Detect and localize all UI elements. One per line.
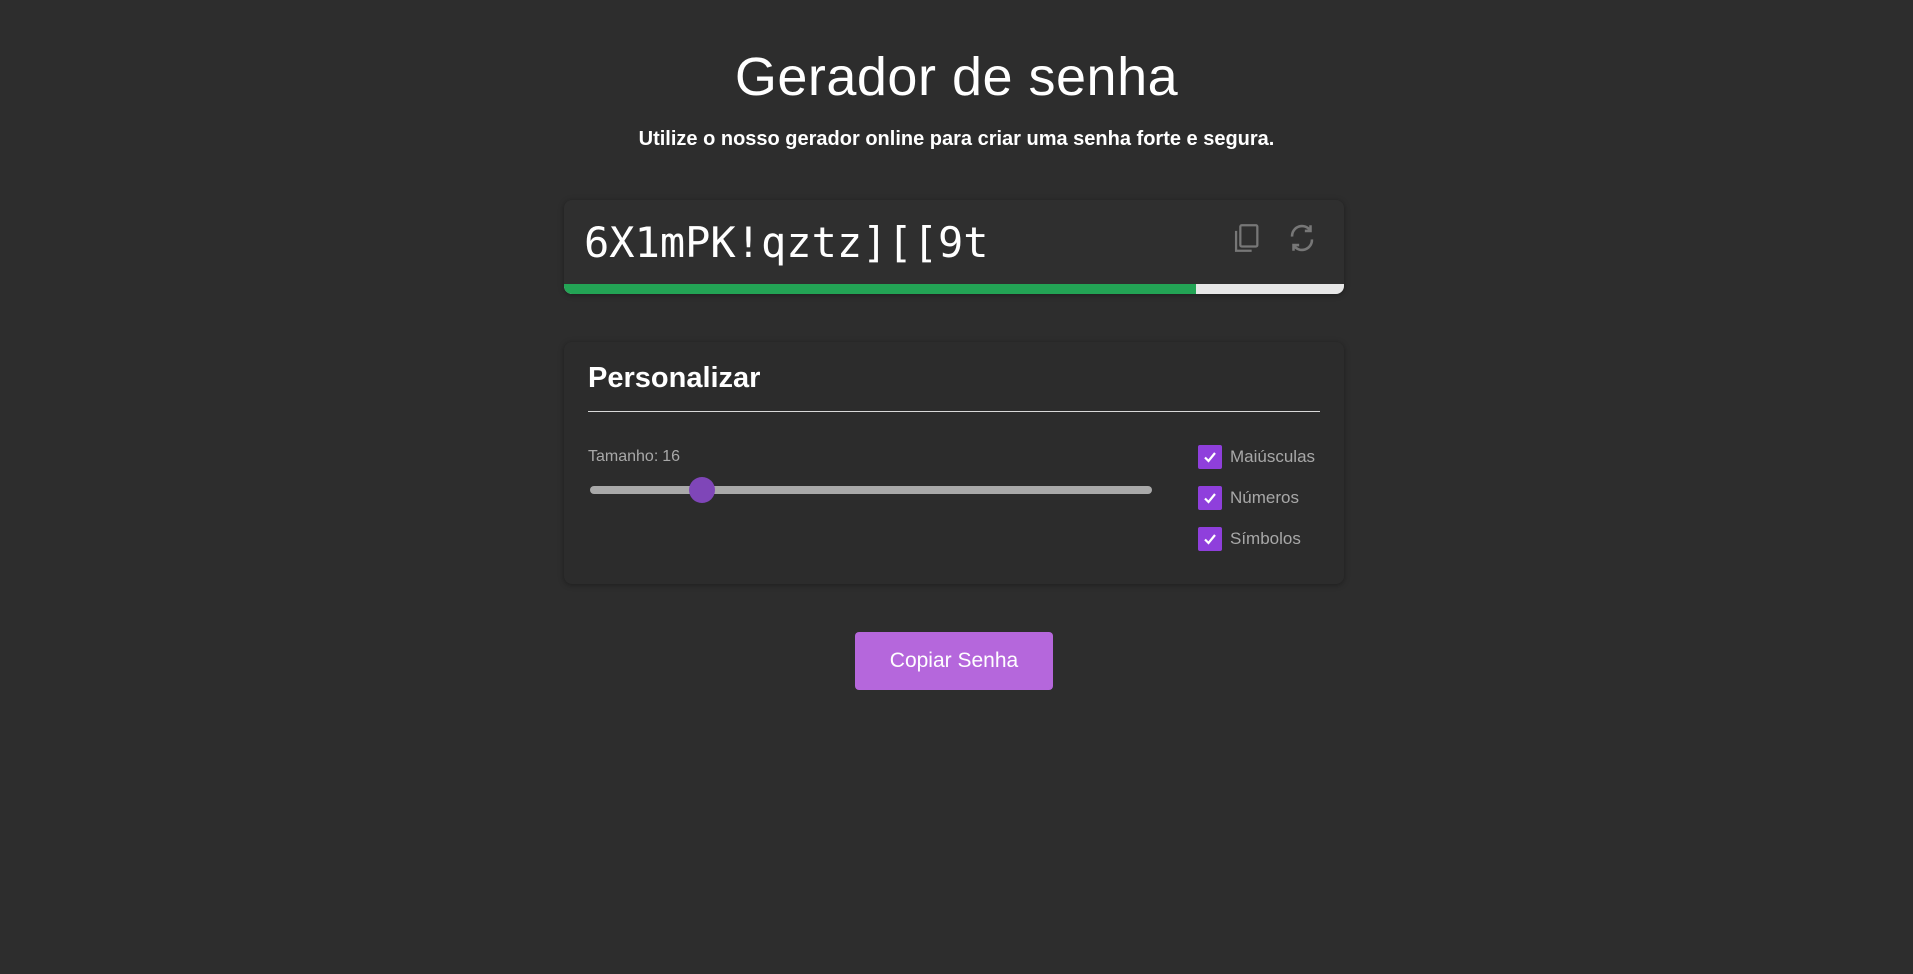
length-value: 16 [662, 448, 681, 465]
symbols-label: Símbolos [1230, 529, 1301, 548]
length-label: Tamanho: 16 [588, 448, 680, 466]
symbols-checkbox[interactable] [1198, 527, 1222, 551]
check-icon [1204, 493, 1216, 504]
generated-password[interactable]: 6X1mPK!qztz][[9t [584, 218, 989, 267]
numbers-checkbox[interactable] [1198, 486, 1222, 510]
page-subtitle: Utilize o nosso gerador online para cria… [638, 128, 1275, 150]
refresh-icon[interactable] [1282, 218, 1322, 258]
copy-password-button[interactable]: Copiar Senha [855, 632, 1053, 690]
page-title: Gerador de senha [734, 47, 1179, 107]
customize-card: Personalizar Tamanho: 16 Maiúsculas Núme… [564, 342, 1344, 584]
customize-title: Personalizar [588, 362, 761, 394]
length-label-text: Tamanho: [588, 448, 659, 465]
uppercase-checkbox[interactable] [1198, 445, 1222, 469]
character-options: Maiúsculas Números Símbolos [1198, 444, 1328, 567]
refresh-icon-graphic [1290, 224, 1314, 252]
password-strength-fill [564, 284, 1196, 294]
uppercase-label: Maiúsculas [1230, 447, 1316, 466]
option-symbols[interactable]: Símbolos [1198, 526, 1328, 552]
password-display-card: 6X1mPK!qztz][[9t [564, 200, 1344, 294]
length-slider[interactable] [590, 477, 1152, 503]
password-generator-page: Gerador de senha Utilize o nosso gerador… [0, 0, 1913, 974]
copy-icon[interactable] [1226, 218, 1266, 258]
check-icon [1204, 452, 1216, 463]
numbers-label: Números [1230, 488, 1299, 507]
customize-divider [588, 411, 1320, 412]
length-slider-track[interactable] [590, 486, 1152, 494]
copy-icon-graphic [1234, 224, 1259, 252]
check-icon [1204, 534, 1216, 545]
option-numbers[interactable]: Números [1198, 485, 1328, 511]
length-slider-thumb[interactable] [689, 477, 716, 503]
option-uppercase[interactable]: Maiúsculas [1198, 444, 1328, 470]
password-strength-bar [564, 284, 1344, 294]
